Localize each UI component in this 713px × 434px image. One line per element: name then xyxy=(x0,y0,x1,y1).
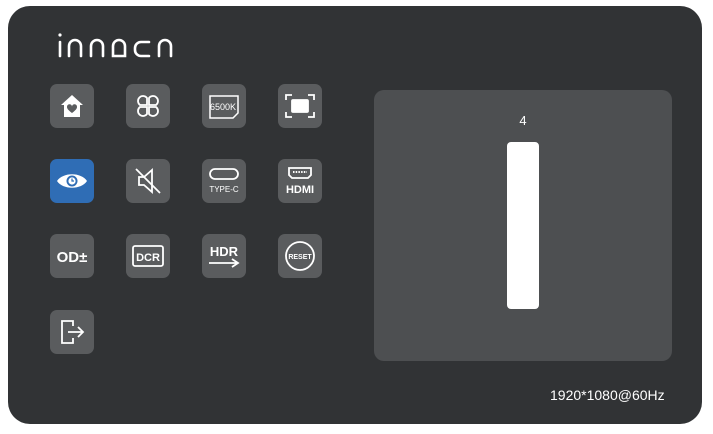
hdmi-icon: HDMI xyxy=(281,165,319,197)
display-size-button[interactable] xyxy=(278,84,322,128)
type-c-label: TYPE-C xyxy=(209,185,239,194)
innocn-logo xyxy=(56,30,226,60)
reset-icon: RESET xyxy=(284,240,316,272)
color-temperature-icon: 6500K xyxy=(207,91,241,121)
exit-button[interactable] xyxy=(50,310,94,354)
speaker-mute-icon xyxy=(133,166,163,196)
four-petal-icon xyxy=(133,91,163,121)
dcr-icon: DCR xyxy=(130,242,166,270)
home-icon xyxy=(58,92,86,120)
adjust-panel: 4 xyxy=(374,90,672,361)
screen-frame-icon xyxy=(284,92,316,120)
eye-care-button[interactable] xyxy=(50,159,94,203)
hdmi-label: HDMI xyxy=(286,184,314,196)
overdrive-icon: OD± xyxy=(53,244,91,268)
hdr-label: HDR xyxy=(210,244,239,259)
type-c-input-button[interactable]: TYPE-C xyxy=(202,159,246,203)
picture-mode-button[interactable] xyxy=(126,84,170,128)
dcr-button[interactable]: DCR xyxy=(126,234,170,278)
overdrive-button[interactable]: OD± xyxy=(50,234,94,278)
hdr-icon: HDR xyxy=(205,241,243,271)
usb-c-icon: TYPE-C xyxy=(205,166,243,196)
hdmi-input-button[interactable]: HDMI xyxy=(278,159,322,203)
overdrive-label: OD± xyxy=(57,249,88,266)
eye-icon xyxy=(55,170,89,192)
resolution-status: 1920*1080@60Hz xyxy=(550,387,665,403)
reset-button[interactable]: RESET xyxy=(278,234,322,278)
exit-icon xyxy=(57,316,87,348)
adjust-value: 4 xyxy=(519,113,527,128)
dcr-label: DCR xyxy=(136,252,160,264)
osd-menu: 6500K TYPE-C HDMI OD± DCR HDR RESET 4 19… xyxy=(8,6,702,424)
color-temp-label: 6500K xyxy=(210,102,236,112)
reset-label: RESET xyxy=(288,254,312,261)
home-button[interactable] xyxy=(50,84,94,128)
hdr-button[interactable]: HDR xyxy=(202,234,246,278)
level-slider[interactable] xyxy=(507,142,539,309)
color-temp-button[interactable]: 6500K xyxy=(202,84,246,128)
mute-button[interactable] xyxy=(126,159,170,203)
